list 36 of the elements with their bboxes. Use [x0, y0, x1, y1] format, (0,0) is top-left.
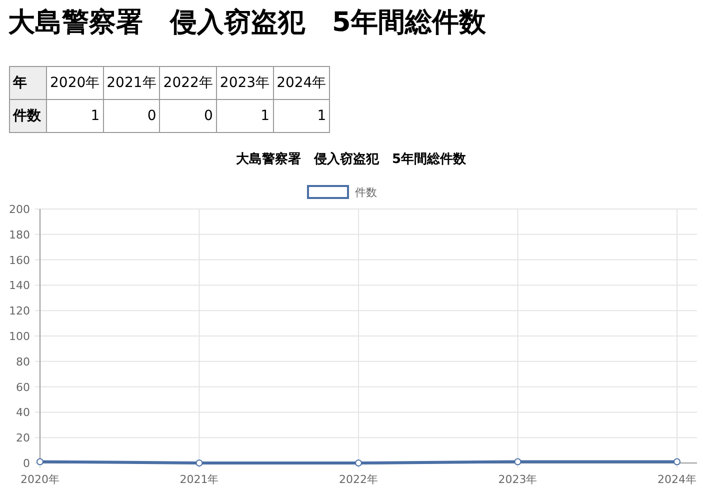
y-tick-label: 100: [9, 330, 30, 343]
table-cell: 2020年: [46, 66, 104, 100]
table-cell: 1: [46, 100, 104, 132]
table-cell: 0: [160, 100, 216, 132]
y-tick-label: 20: [16, 432, 30, 445]
y-tick-label: 0: [23, 457, 30, 470]
table-header: 年: [10, 66, 46, 100]
x-tick-label: 2021年: [180, 473, 219, 486]
data-point: [36, 458, 44, 466]
chart-title: 大島警察署 侵入窃盗犯 5年間総件数: [236, 152, 466, 167]
x-tick-label: 2024年: [658, 473, 696, 486]
table-cell: 2022年: [160, 66, 216, 100]
y-tick-label: 140: [9, 279, 30, 292]
table-header: 件数: [10, 100, 46, 132]
y-tick-label: 40: [16, 406, 30, 420]
table-cell: 1: [273, 100, 330, 132]
data-point: [355, 460, 362, 466]
y-tick-label: 200: [9, 203, 30, 216]
y-tick-label: 180: [9, 228, 30, 242]
y-tick-label: 60: [16, 380, 30, 394]
table-cell: 2024年: [273, 66, 330, 100]
table-cell: 1: [216, 100, 274, 132]
y-tick-label: 160: [9, 254, 30, 267]
legend-label: 件数: [355, 186, 377, 199]
y-tick-label: 120: [9, 304, 30, 318]
x-tick-label: 2023年: [498, 473, 538, 486]
x-tick-label: 2022年: [339, 473, 378, 486]
data-point: [514, 458, 522, 466]
table-cell: 2023年: [216, 66, 274, 100]
data-point: [674, 458, 680, 466]
table-cell: 2021年: [103, 66, 160, 100]
y-tick-label: 80: [16, 355, 30, 368]
page-title: 大島警察署 侵入窃盗犯 5年間総件数: [7, 6, 487, 40]
x-tick-label: 2020年: [20, 473, 60, 486]
table-cell: 0: [103, 100, 160, 132]
data-point: [196, 460, 203, 466]
